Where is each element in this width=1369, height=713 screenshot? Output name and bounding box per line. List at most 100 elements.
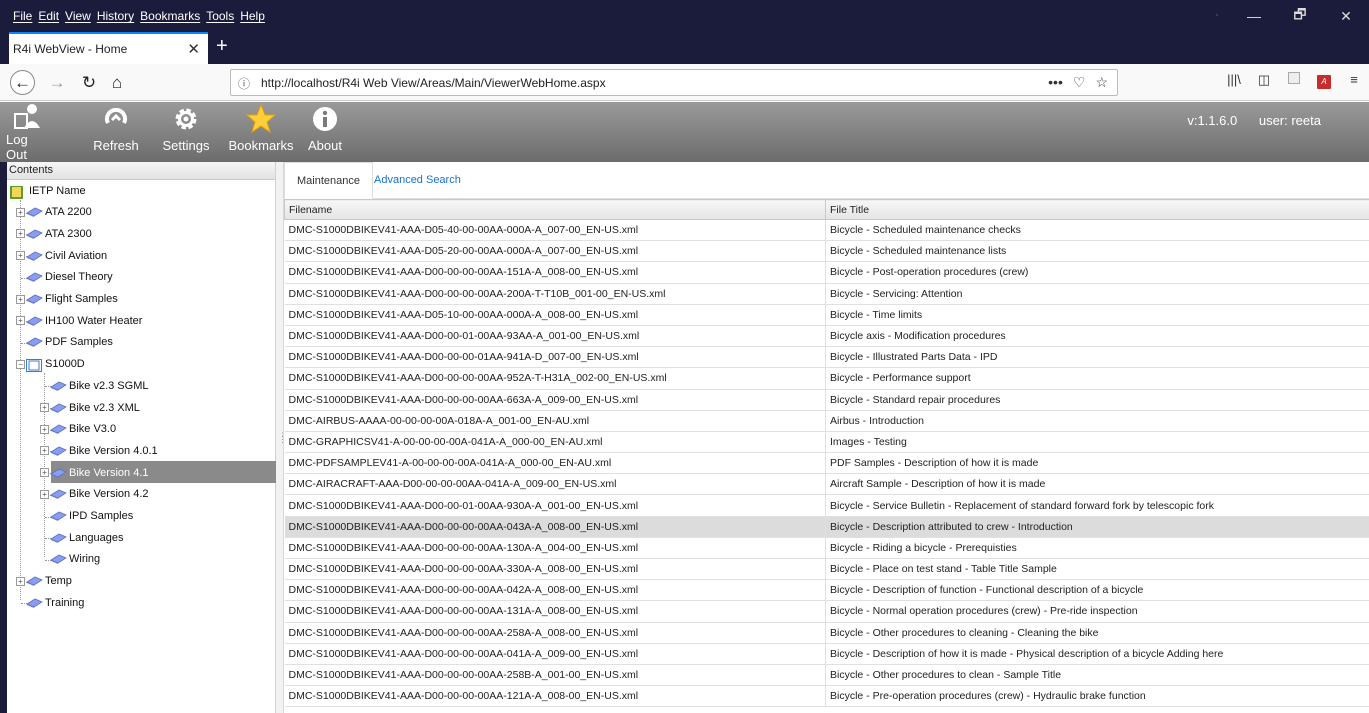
table-row[interactable]: DMC-S1000DBIKEV41-AAA-D00-00-00-00AA-200… — [284, 283, 1369, 305]
file-title-cell[interactable]: Bicycle - Illustrated Parts Data - IPD — [825, 346, 1369, 369]
filename-cell[interactable]: DMC-S1000DBIKEV41-AAA-D00-00-00-00AA-131… — [284, 600, 826, 623]
menu-file[interactable]: File — [13, 9, 32, 23]
file-title-cell[interactable]: Bicycle - Other procedures to clean - Sa… — [825, 664, 1369, 687]
tab-advanced-search[interactable]: Advanced Search — [362, 162, 473, 199]
filename-column-header[interactable]: Filename — [284, 199, 826, 220]
tree-node-ietp-name[interactable]: IETP Name — [10, 180, 86, 201]
tree-node-ipd-samples[interactable]: IPD Samples — [50, 506, 133, 527]
maximize-button[interactable]: 🗗 — [1277, 0, 1323, 32]
table-row[interactable]: DMC-S1000DBIKEV41-AAA-D00-00-00-00AA-121… — [284, 685, 1369, 708]
filename-cell[interactable]: DMC-S1000DBIKEV41-AAA-D05-20-00-00AA-000… — [284, 240, 826, 263]
table-row[interactable]: DMC-S1000DBIKEV41-AAA-D00-00-00-00AA-131… — [284, 600, 1369, 623]
bookmark-star-icon[interactable]: ☆ — [1095, 74, 1108, 91]
table-row[interactable]: DMC-S1000DBIKEV41-AAA-D00-00-01-00AA-930… — [284, 494, 1369, 517]
filename-cell[interactable]: DMC-S1000DBIKEV41-AAA-D00-00-00-00AA-151… — [284, 261, 826, 284]
filename-cell[interactable]: DMC-S1000DBIKEV41-AAA-D00-00-01-00AA-93A… — [284, 325, 826, 348]
table-row[interactable]: DMC-S1000DBIKEV41-AAA-D00-00-00-00AA-042… — [284, 579, 1369, 602]
filename-cell[interactable]: DMC-S1000DBIKEV41-AAA-D00-00-00-00AA-121… — [284, 685, 826, 708]
menu-edit[interactable]: Edit — [38, 9, 59, 23]
new-tab-icon[interactable]: + — [216, 35, 228, 58]
table-row[interactable]: DMC-S1000DBIKEV41-AAA-D00-00-00-00AA-041… — [284, 643, 1369, 665]
expand-icon[interactable]: + — [16, 207, 25, 217]
file-title-cell[interactable]: Bicycle - Pre-operation procedures (crew… — [825, 685, 1369, 708]
settings-button[interactable]: Settings — [160, 102, 212, 162]
table-row[interactable]: DMC-S1000DBIKEV41-AAA-D00-00-00-00AA-043… — [284, 516, 1369, 538]
table-row[interactable]: DMC-S1000DBIKEV41-AAA-D00-00-00-00AA-952… — [284, 367, 1369, 390]
expand-icon[interactable]: + — [40, 424, 49, 434]
tab-maintenance[interactable]: Maintenance — [284, 162, 373, 199]
filename-cell[interactable]: DMC-S1000DBIKEV41-AAA-D05-10-00-00AA-000… — [284, 304, 826, 326]
filename-cell[interactable]: DMC-S1000DBIKEV41-AAA-D05-40-00-00AA-000… — [284, 219, 826, 242]
table-row[interactable]: DMC-GRAPHICSV41-A-00-00-00-00A-041A-A_00… — [284, 431, 1369, 454]
table-row[interactable]: DMC-AIRBUS-AAAA-00-00-00-00A-018A-A_001-… — [284, 410, 1369, 432]
forward-arrow-icon[interactable]: → — [44, 70, 70, 96]
filename-cell[interactable]: DMC-AIRBUS-AAAA-00-00-00-00A-018A-A_001-… — [284, 410, 826, 432]
expand-icon[interactable]: + — [40, 446, 49, 456]
hamburger-menu-icon[interactable]: ≡ — [1339, 72, 1369, 89]
filename-cell[interactable]: DMC-S1000DBIKEV41-AAA-D00-00-00-00AA-042… — [284, 579, 826, 602]
table-row[interactable]: DMC-S1000DBIKEV41-AAA-D05-20-00-00AA-000… — [284, 240, 1369, 263]
table-row[interactable]: DMC-S1000DBIKEV41-AAA-D00-00-00-00AA-663… — [284, 389, 1369, 411]
tree-node-bike-version-4-0-1[interactable]: + Bike Version 4.0.1 — [40, 440, 158, 461]
file-title-cell[interactable]: Images - Testing — [825, 431, 1369, 454]
collapse-icon[interactable]: − — [16, 359, 25, 369]
tree-node-ih100-water-heater[interactable]: + IH100 Water Heater — [16, 310, 142, 331]
filename-cell[interactable]: DMC-GRAPHICSV41-A-00-00-00-00A-041A-A_00… — [284, 431, 826, 454]
table-row[interactable]: DMC-S1000DBIKEV41-AAA-D05-40-00-00AA-000… — [284, 219, 1369, 242]
refresh-button[interactable]: Refresh — [92, 102, 140, 162]
browser-tab[interactable]: R4i WebView - Home ✕ — [9, 32, 208, 64]
expand-icon[interactable]: + — [40, 489, 49, 499]
file-title-cell[interactable]: Bicycle - Service Bulletin - Replacement… — [825, 494, 1369, 517]
menu-view[interactable]: View — [65, 9, 91, 23]
menu-bookmarks[interactable]: Bookmarks — [140, 9, 200, 23]
file-title-cell[interactable]: Bicycle - Performance support — [825, 367, 1369, 390]
filename-cell[interactable]: DMC-AIRACRAFT-AAA-D00-00-00-00AA-041A-A_… — [284, 473, 826, 496]
filename-cell[interactable]: DMC-S1000DBIKEV41-AAA-D00-00-00-00AA-130… — [284, 537, 826, 560]
tree-node-wiring[interactable]: Wiring — [50, 549, 100, 570]
file-title-column-header[interactable]: File Title — [825, 199, 1369, 220]
table-row[interactable]: DMC-S1000DBIKEV41-AAA-D05-10-00-00AA-000… — [284, 304, 1369, 326]
address-bar[interactable]: ⓘ http://localhost/R4i Web View/Areas/Ma… — [230, 69, 1118, 96]
filename-cell[interactable]: DMC-S1000DBIKEV41-AAA-D00-00-00-00AA-952… — [284, 367, 826, 390]
filename-cell[interactable]: DMC-S1000DBIKEV41-AAA-D00-00-00-00AA-200… — [284, 283, 826, 305]
expand-icon[interactable]: + — [16, 316, 25, 326]
file-title-cell[interactable]: PDF Samples - Description of how it is m… — [825, 452, 1369, 475]
file-title-cell[interactable]: Bicycle - Place on test stand - Table Ti… — [825, 558, 1369, 581]
filename-cell[interactable]: DMC-S1000DBIKEV41-AAA-D00-00-00-00AA-041… — [284, 643, 826, 665]
minimize-button[interactable]: — — [1231, 0, 1277, 32]
extension-icon[interactable] — [1279, 72, 1309, 89]
home-icon[interactable]: ⌂ — [104, 70, 130, 96]
table-row[interactable]: DMC-S1000DBIKEV41-AAA-D00-00-00-00AA-130… — [284, 537, 1369, 560]
filename-cell[interactable]: DMC-S1000DBIKEV41-AAA-D00-00-00-00AA-663… — [284, 389, 826, 411]
filename-cell[interactable]: DMC-PDFSAMPLEV41-A-00-00-00-00A-041A-A_0… — [284, 452, 826, 475]
file-title-cell[interactable]: Aircraft Sample - Description of how it … — [825, 473, 1369, 496]
file-title-cell[interactable]: Bicycle - Scheduled maintenance checks — [825, 219, 1369, 242]
file-title-cell[interactable]: Bicycle - Description of how it is made … — [825, 643, 1369, 665]
filename-cell[interactable]: DMC-S1000DBIKEV41-AAA-D00-00-00-00AA-258… — [284, 664, 826, 687]
file-title-cell[interactable]: Bicycle - Description attributed to crew… — [825, 516, 1369, 538]
file-title-cell[interactable]: Bicycle - Standard repair procedures — [825, 389, 1369, 411]
pane-splitter[interactable]: ⋮ ⋮ — [276, 162, 287, 713]
filename-cell[interactable]: DMC-S1000DBIKEV41-AAA-D00-00-01-00AA-930… — [284, 494, 826, 517]
page-actions-icon[interactable]: ••• — [1048, 74, 1063, 91]
tree-node-flight-samples[interactable]: + Flight Samples — [16, 289, 118, 310]
expand-icon[interactable]: + — [40, 468, 49, 478]
tree-node-ata-2200[interactable]: + ATA 2200 — [16, 202, 92, 223]
tree-node-bike-v2-3-sgml[interactable]: Bike v2.3 SGML — [50, 375, 148, 396]
file-title-cell[interactable]: Bicycle - Servicing: Attention — [825, 283, 1369, 305]
about-button[interactable]: About — [303, 102, 347, 162]
close-window-button[interactable]: ✕ — [1323, 0, 1369, 32]
file-title-cell[interactable]: Bicycle - Time limits — [825, 304, 1369, 326]
tree-node-bike-v2-3-xml[interactable]: + Bike v2.3 XML — [40, 397, 140, 418]
table-row[interactable]: DMC-S1000DBIKEV41-AAA-D00-00-00-01AA-941… — [284, 346, 1369, 369]
filename-cell[interactable]: DMC-S1000DBIKEV41-AAA-D00-00-00-00AA-330… — [284, 558, 826, 581]
expand-icon[interactable]: + — [16, 229, 25, 239]
reload-icon[interactable]: ↻ — [76, 70, 102, 96]
tree-node-temp[interactable]: + Temp — [16, 571, 72, 592]
file-title-cell[interactable]: Airbus - Introduction — [825, 410, 1369, 432]
table-row[interactable]: DMC-S1000DBIKEV41-AAA-D00-00-01-00AA-93A… — [284, 325, 1369, 348]
table-row[interactable]: DMC-AIRACRAFT-AAA-D00-00-00-00AA-041A-A_… — [284, 473, 1369, 496]
table-row[interactable]: DMC-PDFSAMPLEV41-A-00-00-00-00A-041A-A_0… — [284, 452, 1369, 475]
tree-node-languages[interactable]: Languages — [50, 527, 123, 548]
tree-node-bike-version-4-1[interactable]: + Bike Version 4.1 — [40, 462, 149, 483]
